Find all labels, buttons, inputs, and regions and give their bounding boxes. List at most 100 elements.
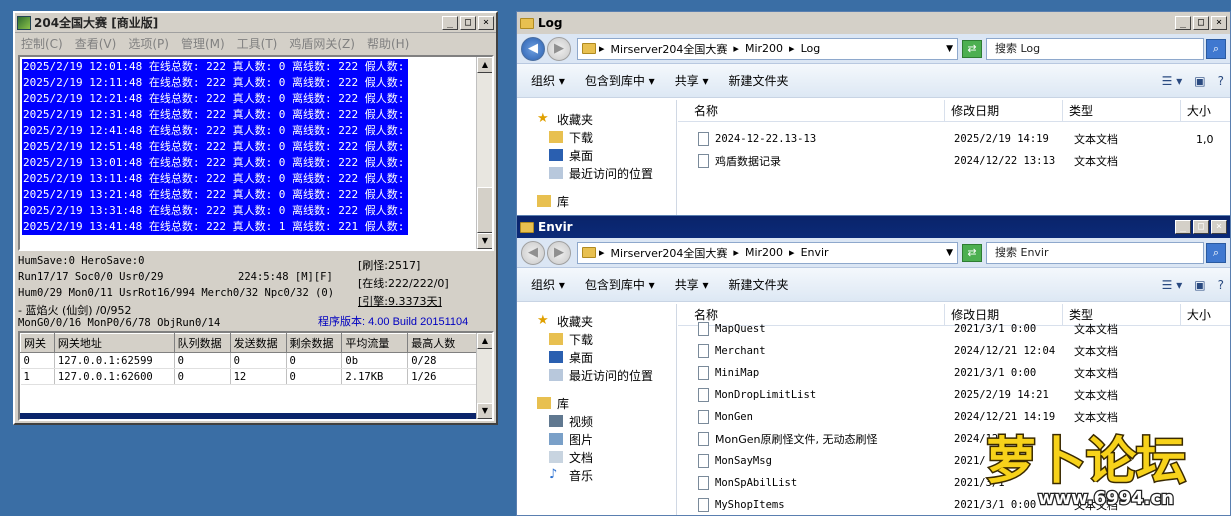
nav-favorites[interactable]: ★ 收藏夹 (517, 110, 676, 128)
menu-help[interactable]: 帮助(H) (367, 35, 409, 52)
log-line: 2025/2/19 12:41:48 在线总数: 222 真人数: 0 离线数:… (22, 123, 418, 139)
col-gate[interactable]: 网关 (20, 333, 55, 353)
file-row[interactable]: 鸡盾数据记录 2024/12/22 13:13 文本文档 (678, 150, 1230, 172)
engine-uptime: [引擎:9.3373天] (358, 295, 442, 308)
nav-documents[interactable]: 文档 (517, 448, 676, 466)
maximize-button[interactable]: □ (1193, 220, 1209, 234)
address-input[interactable]: ▸ Mirserver204全国大赛 ▸ Mir200 ▸ Log ▼ (577, 37, 958, 60)
view-icon[interactable]: ☰ ▾ (1162, 74, 1183, 88)
col-type[interactable]: 类型 (1063, 100, 1181, 121)
file-row[interactable]: MonDropLimitList 2025/2/19 14:21 文本文档 (678, 384, 1230, 406)
app-icon (17, 15, 31, 30)
col-remain[interactable]: 剩余数据 (285, 333, 343, 353)
scroll-up-icon[interactable]: ▲ (477, 333, 492, 349)
file-row[interactable]: Merchant 2024/12/21 12:04 文本文档 (678, 340, 1230, 362)
scroll-down-icon[interactable]: ▼ (477, 233, 492, 249)
minimize-button[interactable]: _ (442, 15, 458, 30)
minimize-button[interactable]: _ (1175, 220, 1191, 234)
preview-pane-icon[interactable]: ▣ (1194, 74, 1205, 88)
envir-titlebar[interactable]: Envir _ □ × (517, 216, 1230, 238)
chevron-down-icon[interactable]: ▼ (946, 248, 953, 258)
nav-libraries[interactable]: 库 (517, 192, 676, 210)
help-icon[interactable]: ? (1218, 74, 1224, 88)
col-name[interactable]: 名称 (678, 100, 946, 121)
search-input[interactable]: 搜索 Envir (986, 241, 1204, 264)
nav-downloads[interactable]: 下载 (517, 128, 676, 146)
col-send[interactable]: 发送数据 (229, 333, 287, 353)
refresh-icon[interactable]: ⇄ (962, 39, 982, 58)
new-folder-button[interactable]: 新建文件夹 (729, 72, 789, 89)
organize-button[interactable]: 组织 ▾ (531, 72, 565, 89)
col-avg-flow[interactable]: 平均流量 (341, 333, 409, 353)
menu-tools[interactable]: 工具(T) (237, 35, 278, 52)
selected-row[interactable] (20, 413, 478, 419)
nav-videos[interactable]: 视频 (517, 412, 676, 430)
minimize-button[interactable]: _ (1175, 16, 1191, 30)
new-folder-button[interactable]: 新建文件夹 (729, 276, 789, 293)
close-button[interactable]: × (1211, 16, 1227, 30)
gateway-table[interactable]: 网关 网关地址 队列数据 发送数据 剩余数据 平均流量 最高人数 0 127.0… (18, 331, 494, 421)
col-queue[interactable]: 队列数据 (173, 333, 231, 353)
search-icon[interactable]: ⌕ (1206, 38, 1226, 59)
nav-pictures[interactable]: 图片 (517, 430, 676, 448)
file-row[interactable]: MiniMap 2021/3/1 0:00 文本文档 (678, 362, 1230, 384)
menu-view[interactable]: 查看(V) (75, 35, 117, 52)
table-row[interactable]: 1 127.0.0.1:62600 0 12 0 2.17KB 1/26 (20, 368, 478, 385)
server-titlebar[interactable]: 204全国大赛 [商业版] _ □ × (15, 13, 496, 33)
breadcrumb[interactable]: Log (801, 42, 821, 55)
nav-recent[interactable]: 最近访问的位置 (517, 366, 676, 384)
back-icon[interactable]: ◀ (521, 36, 545, 61)
col-gate-address[interactable]: 网关地址 (53, 333, 175, 353)
menu-options[interactable]: 选项(P) (128, 35, 169, 52)
nav-music[interactable]: ♪ 音乐 (517, 466, 676, 484)
chevron-down-icon[interactable]: ▼ (946, 44, 953, 54)
nav-desktop[interactable]: 桌面 (517, 348, 676, 366)
refresh-icon[interactable]: ⇄ (962, 243, 982, 262)
file-row[interactable]: MapQuest 2021/3/1 0:00 文本文档 (678, 318, 1230, 340)
view-icon[interactable]: ☰ ▾ (1162, 278, 1183, 292)
log-titlebar[interactable]: Log _ □ × (517, 12, 1230, 34)
share-button[interactable]: 共享 ▾ (675, 72, 709, 89)
nav-libraries[interactable]: 库 (517, 394, 676, 412)
breadcrumb[interactable]: Envir (801, 246, 829, 259)
forward-icon[interactable]: ▶ (547, 36, 571, 61)
menu-control[interactable]: 控制(C) (21, 35, 63, 52)
col-size[interactable]: 大小 (1181, 100, 1230, 121)
nav-favorites[interactable]: ★ 收藏夹 (517, 312, 676, 330)
menu-gateway[interactable]: 鸡盾网关(Z) (289, 35, 355, 52)
breadcrumb[interactable]: Mir200 (745, 246, 783, 259)
log-output[interactable]: 2025/2/19 12:01:48 在线总数: 222 真人数: 0 离线数:… (18, 55, 494, 251)
file-row[interactable]: 2024-12-22.13-13 2025/2/19 14:19 文本文档 1,… (678, 128, 1230, 150)
search-input[interactable]: 搜索 Log (986, 37, 1204, 60)
scroll-down-icon[interactable]: ▼ (477, 403, 492, 419)
table-row[interactable]: 0 127.0.0.1:62599 0 0 0 0b 0/28 (20, 352, 478, 369)
forward-icon[interactable]: ▶ (547, 240, 571, 265)
search-icon[interactable]: ⌕ (1206, 242, 1226, 263)
nav-desktop[interactable]: 桌面 (517, 146, 676, 164)
address-input[interactable]: ▸ Mirserver204全国大赛 ▸ Mir200 ▸ Envir ▼ (577, 241, 958, 264)
breadcrumb[interactable]: Mirserver204全国大赛 (611, 41, 728, 57)
back-icon[interactable]: ◀ (521, 240, 545, 265)
scroll-thumb[interactable] (477, 187, 492, 233)
online-count: [在线:222/222/0] (358, 277, 449, 290)
scroll-up-icon[interactable]: ▲ (477, 57, 492, 73)
menu-manage[interactable]: 管理(M) (181, 35, 225, 52)
maximize-button[interactable]: □ (1193, 16, 1209, 30)
col-date[interactable]: 修改日期 (945, 100, 1063, 121)
share-button[interactable]: 共享 ▾ (675, 276, 709, 293)
maximize-button[interactable]: □ (460, 15, 476, 30)
close-button[interactable]: × (478, 15, 494, 30)
include-library-button[interactable]: 包含到库中 ▾ (585, 72, 655, 89)
preview-pane-icon[interactable]: ▣ (1194, 278, 1205, 292)
log-scrollbar[interactable]: ▲ ▼ (476, 57, 492, 249)
organize-button[interactable]: 组织 ▾ (531, 276, 565, 293)
include-library-button[interactable]: 包含到库中 ▾ (585, 276, 655, 293)
help-icon[interactable]: ? (1218, 278, 1224, 292)
close-button[interactable]: × (1211, 220, 1227, 234)
nav-recent[interactable]: 最近访问的位置 (517, 164, 676, 182)
col-max-users[interactable]: 最高人数 (407, 333, 478, 353)
breadcrumb[interactable]: Mirserver204全国大赛 (611, 245, 728, 261)
nav-downloads[interactable]: 下载 (517, 330, 676, 348)
gate-scrollbar[interactable]: ▲ ▼ (476, 333, 492, 419)
breadcrumb[interactable]: Mir200 (745, 42, 783, 55)
